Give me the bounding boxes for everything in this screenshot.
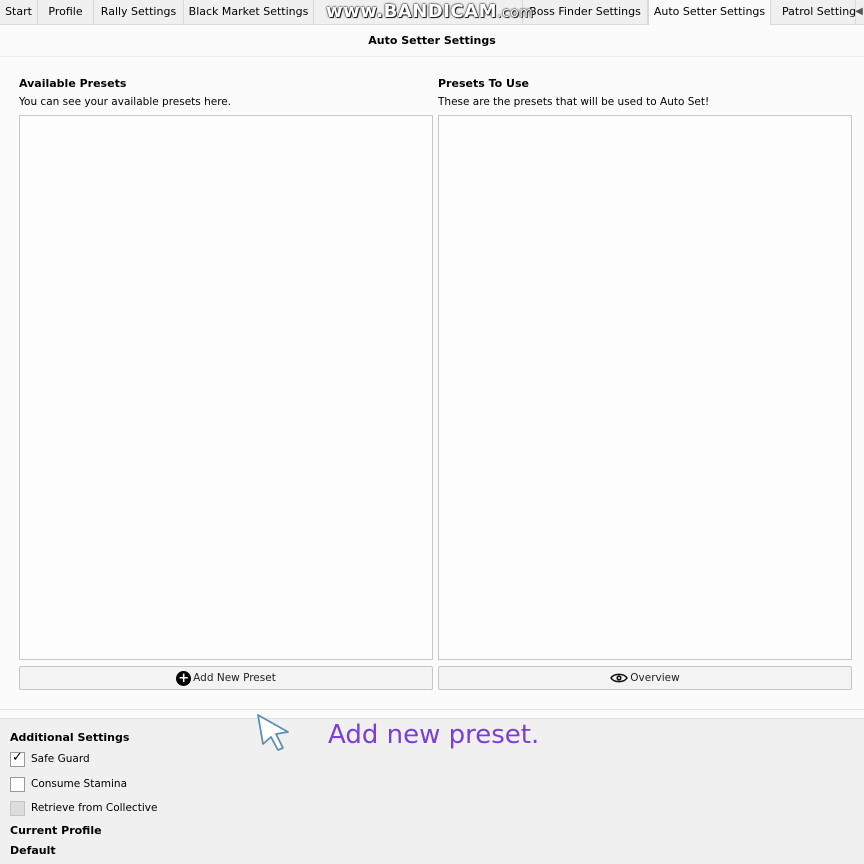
tab-bar: Start Profile Rally Settings Black Marke… [0, 0, 864, 26]
checkbox-box [10, 800, 25, 816]
tab-label: Boss Finder Settings [529, 5, 641, 18]
checkmark-icon: ✓ [12, 749, 23, 765]
presets-to-use-heading: Presets To Use [438, 77, 529, 90]
checkbox-label: Safe Guard [31, 753, 90, 765]
cursor-pointer-icon [257, 714, 289, 751]
tab-patrol-settings[interactable]: Patrol Settings [771, 0, 856, 24]
additional-settings-heading: Additional Settings [10, 731, 130, 744]
divider [0, 709, 864, 710]
tab-label: Rally Settings [100, 5, 177, 18]
available-presets-list[interactable] [19, 115, 433, 660]
current-profile-label: Current Profile [10, 824, 102, 837]
tab-profile[interactable]: Profile [38, 0, 94, 24]
tab-label: Profile [48, 5, 83, 18]
current-profile-value: Default [10, 844, 56, 857]
checkbox-box[interactable] [10, 776, 25, 792]
tab-auto-setter-settings[interactable]: Auto Setter Settings [648, 0, 771, 26]
tab-label: Start [5, 5, 32, 18]
tab-start[interactable]: Start [0, 0, 38, 24]
tutorial-annotation: Add new preset. [328, 720, 540, 750]
tab-boss-finder-settings[interactable]: Boss Finder Settings [523, 0, 648, 24]
tab-rally-settings[interactable]: Rally Settings [94, 0, 184, 24]
panel-title: Auto Setter Settings [368, 34, 496, 47]
auto-setter-panel: Auto Setter Settings Available Presets Y… [0, 25, 864, 719]
safe-guard-checkbox[interactable]: ✓ Safe Guard [10, 749, 90, 767]
bandicam-watermark: www.BANDICAM.com [326, 1, 534, 22]
checkbox-box[interactable]: ✓ [10, 749, 25, 767]
checkbox-label: Retrieve from Collective [31, 802, 158, 814]
eye-icon [610, 673, 629, 683]
available-presets-heading: Available Presets [19, 77, 127, 90]
tab-label: Black Market Settings [188, 5, 309, 18]
overview-button[interactable]: Overview [438, 666, 852, 690]
add-new-preset-button[interactable]: + Add New Preset [19, 666, 433, 690]
checkbox-label: Consume Stamina [31, 778, 128, 790]
tab-label: Auto Setter Settings [653, 5, 766, 18]
tab-scroll-left-icon[interactable]: ◀ [854, 3, 864, 21]
presets-to-use-description: These are the presets that will be used … [438, 96, 710, 108]
add-new-preset-label: Add New Preset [193, 672, 276, 684]
available-presets-description: You can see your available presets here. [19, 96, 232, 108]
consume-stamina-checkbox[interactable]: Consume Stamina [10, 776, 127, 792]
divider [0, 56, 864, 57]
presets-to-use-list[interactable] [438, 115, 852, 660]
overview-label: Overview [630, 672, 680, 684]
tab-black-market-settings[interactable]: Black Market Settings [184, 0, 314, 24]
plus-circle-icon: + [176, 670, 192, 686]
retrieve-from-collective-checkbox: Retrieve from Collective [10, 800, 157, 816]
tab-label: Patrol Settings [782, 5, 856, 18]
